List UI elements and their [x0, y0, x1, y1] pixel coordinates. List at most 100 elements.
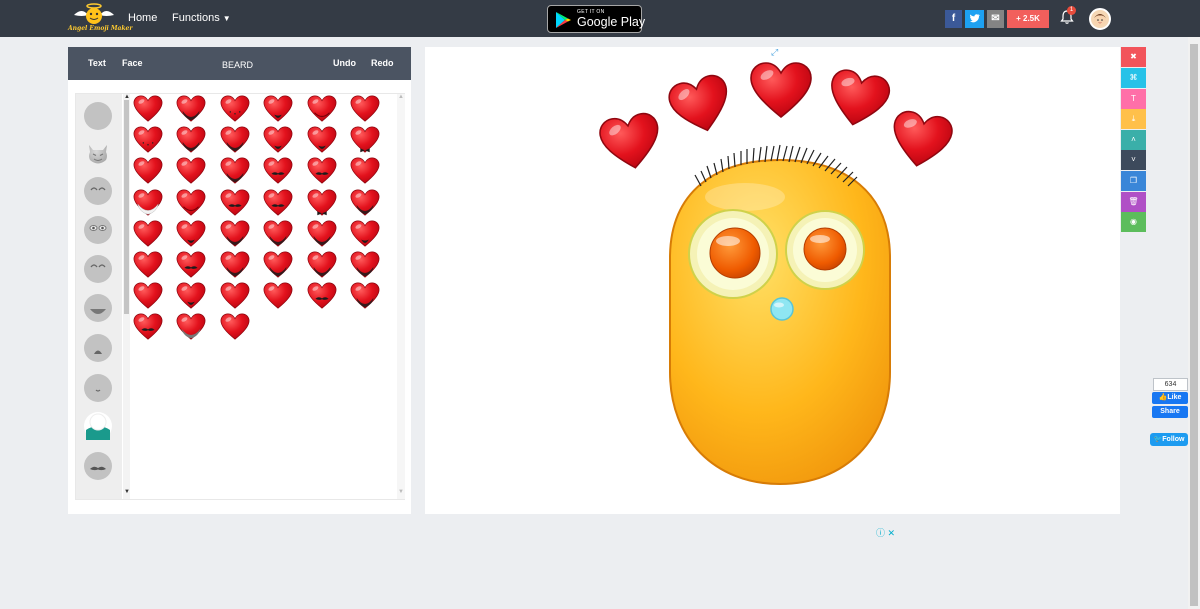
chevron-up-icon[interactable]: ˄ — [1121, 130, 1146, 150]
beard-option-plain[interactable] — [220, 281, 250, 311]
beard-option-beard[interactable] — [220, 219, 250, 249]
beard-option-goatee[interactable] — [263, 94, 293, 124]
face-option-mustache[interactable] — [84, 452, 112, 480]
mouth[interactable] — [770, 297, 794, 321]
beard-option-plain[interactable] — [176, 156, 206, 186]
beard-option-mustache[interactable] — [307, 281, 337, 311]
beard-option-red[interactable] — [307, 94, 337, 124]
copy-icon[interactable]: ❐ — [1121, 171, 1146, 191]
face-option-eyes[interactable] — [84, 216, 112, 244]
beard-option-full-beard[interactable] — [220, 125, 250, 155]
text-icon[interactable]: T — [1121, 89, 1146, 109]
face-option-closed-eyes-2[interactable] — [84, 255, 112, 283]
beard-option-tie[interactable] — [307, 188, 337, 218]
face-list-scroll-thumb[interactable] — [124, 100, 129, 314]
beard-option-plain[interactable] — [350, 94, 380, 124]
beard-option-black[interactable] — [263, 219, 293, 249]
halo-heart-4[interactable] — [823, 66, 893, 132]
face-option-mustache-white[interactable] — [84, 412, 112, 440]
beard-option-bow[interactable] — [350, 125, 380, 155]
grid-scroll-up-icon[interactable]: ▲ — [398, 94, 404, 100]
tab-text[interactable]: Text — [88, 58, 106, 68]
face-option-closed-eyes[interactable] — [84, 177, 112, 205]
window-scroll-thumb[interactable] — [1190, 44, 1198, 606]
scroll-down-icon[interactable]: ▼ — [124, 489, 130, 495]
nav-functions-menu[interactable]: Functions ▼ — [172, 12, 231, 24]
face-option-small-mouth[interactable] — [84, 374, 112, 402]
grid-scroll-down-icon[interactable]: ▼ — [398, 489, 404, 495]
download-icon[interactable]: ⤓ — [1121, 109, 1146, 129]
site-logo[interactable]: Angel Emoji Maker — [68, 3, 133, 33]
nav-home-link[interactable]: Home — [128, 12, 157, 24]
beard-option-mustache[interactable] — [176, 250, 206, 280]
beard-option-red-mustache[interactable] — [220, 188, 250, 218]
beard-option-beard[interactable] — [220, 250, 250, 280]
beard-option-grey-beard[interactable] — [176, 312, 206, 342]
beard-option-beard[interactable] — [307, 250, 337, 280]
beard-option-chin-beard[interactable] — [263, 125, 293, 155]
halo-heart-5[interactable] — [887, 108, 956, 172]
beard-option-red-beard[interactable] — [176, 188, 206, 218]
beard-option-plain[interactable] — [263, 281, 293, 311]
random-icon[interactable]: ⌘ — [1121, 68, 1146, 88]
emoji-face[interactable] — [669, 158, 891, 486]
caret-down-icon: ▼ — [222, 14, 231, 23]
beard-option-dots[interactable] — [220, 94, 250, 124]
undo-button[interactable]: Undo — [333, 58, 356, 68]
face-option-devil[interactable] — [84, 139, 112, 167]
beard-option-plain[interactable] — [350, 156, 380, 186]
beard-option-mustache[interactable] — [263, 156, 293, 186]
ad-choices-icon[interactable]: ⓘ ✕ — [876, 526, 895, 539]
beard-option-plain[interactable] — [133, 250, 163, 280]
right-eye[interactable] — [785, 210, 865, 290]
beard-option-beard[interactable] — [307, 219, 337, 249]
beard-option-beard[interactable] — [350, 250, 380, 280]
beard-option-goatee[interactable] — [350, 219, 380, 249]
halo-heart-3[interactable] — [750, 62, 812, 118]
beard-option-goatee[interactable] — [307, 125, 337, 155]
fullscreen-icon[interactable]: ⤢ — [771, 47, 781, 57]
beard-option-black[interactable] — [263, 250, 293, 280]
close-icon[interactable]: ✖ — [1121, 47, 1146, 67]
twitter-follow-button[interactable]: 🐦Follow — [1150, 433, 1188, 446]
facebook-share-icon[interactable]: f — [945, 10, 962, 28]
beard-option-chin[interactable] — [176, 281, 206, 311]
beard-option-white[interactable] — [133, 188, 163, 218]
beard-option-plain[interactable] — [220, 312, 250, 342]
user-avatar[interactable] — [1089, 8, 1111, 30]
emoji-canvas[interactable] — [425, 47, 1120, 514]
trash-icon[interactable]: 🗑 — [1121, 192, 1146, 212]
beard-option-black-mustache[interactable] — [350, 188, 380, 218]
face-option-blank[interactable] — [84, 102, 112, 130]
beard-option-beard[interactable] — [350, 281, 380, 311]
beard-option-goatee[interactable] — [176, 219, 206, 249]
email-share-icon[interactable]: ✉ — [987, 10, 1004, 28]
beard-option-mustache[interactable] — [263, 188, 293, 218]
beard-option-plain[interactable] — [133, 94, 163, 124]
beard-option-boxed[interactable] — [220, 156, 250, 186]
facebook-share-button[interactable]: Share — [1152, 406, 1188, 418]
left-eye[interactable] — [688, 209, 778, 299]
beard-option-plain[interactable] — [133, 156, 163, 186]
beard-option-black-beard[interactable] — [176, 94, 206, 124]
beard-option-mustache[interactable] — [133, 312, 163, 342]
redo-button[interactable]: Redo — [371, 58, 394, 68]
share-count-button[interactable]: + 2.5K — [1007, 10, 1049, 28]
hide-icon[interactable]: ◉ — [1121, 212, 1146, 232]
twitter-share-icon[interactable] — [965, 10, 984, 28]
halo-heart-2[interactable] — [665, 71, 737, 139]
google-play-badge[interactable]: GET IT ON Google Play — [547, 5, 645, 33]
tab-face[interactable]: Face — [122, 58, 143, 68]
chevron-down-icon[interactable]: ˅ — [1121, 150, 1146, 170]
beard-grid-scrollbar[interactable] — [397, 94, 405, 499]
halo-heart-1[interactable] — [596, 110, 665, 174]
beard-option-plain[interactable] — [133, 281, 163, 311]
scroll-up-icon[interactable]: ▲ — [124, 94, 130, 100]
beard-option-plain[interactable] — [133, 219, 163, 249]
face-option-frown[interactable] — [84, 334, 112, 362]
facebook-like-button[interactable]: 👍Like — [1152, 392, 1188, 404]
face-option-open-mouth[interactable] — [84, 294, 112, 322]
beard-option-mustache[interactable] — [307, 156, 337, 186]
beard-option-dots[interactable] — [133, 125, 163, 155]
beard-option-black-chin[interactable] — [176, 125, 206, 155]
